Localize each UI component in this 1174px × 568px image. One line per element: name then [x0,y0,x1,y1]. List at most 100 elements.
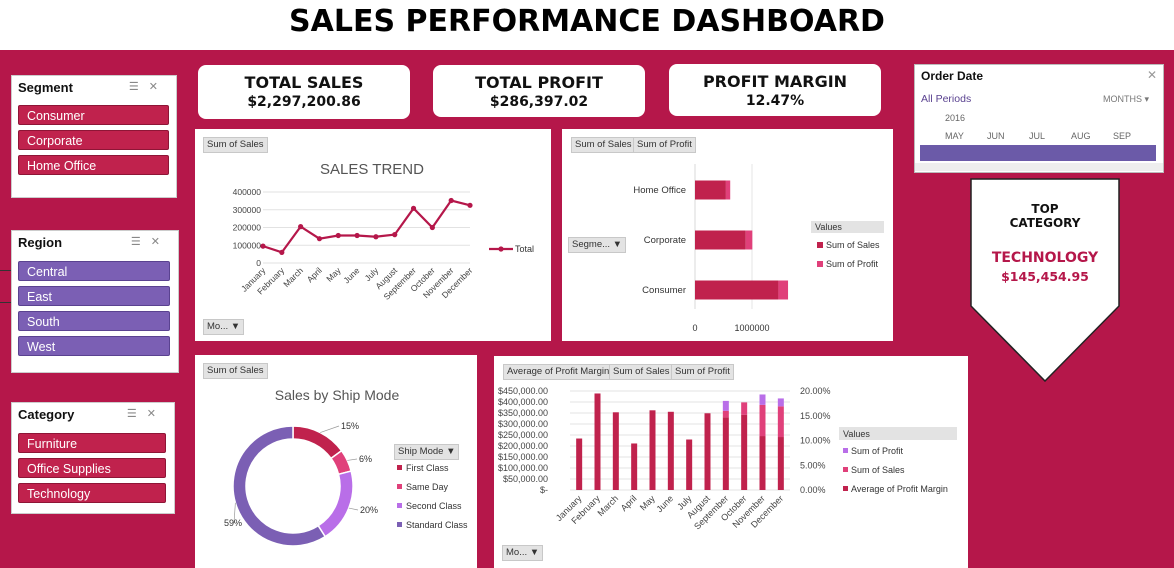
legend-swatch [817,261,823,267]
order-date-timeline[interactable]: Order Date ✕ All Periods MONTHS ▾ 2016 M… [914,64,1164,173]
data-point [335,232,341,239]
data-point [467,202,473,208]
timeline-period-label: All Periods [921,93,972,105]
x-tick-label: March [281,265,305,289]
data-point [410,205,417,211]
y-tick-label-left: $450,000.00 [498,386,548,396]
slicer-item-home-office[interactable]: Home Office [18,155,169,175]
data-point [260,243,266,249]
segment-slicer-header: Segment [18,80,73,95]
clear-filter-icon[interactable]: ✕ [149,81,168,93]
bar-segment [649,410,656,490]
kpi-value: $2,297,200.86 [247,94,361,110]
data-point [354,232,360,239]
kpi-value: $286,397.02 [489,94,589,110]
category-label: Consumer [642,285,686,296]
region-slicer-header: Region [18,235,63,250]
slicer-item-technology[interactable]: Technology [18,483,166,503]
chevron-down-icon: ▾ [1144,94,1150,104]
y-tick-label: 200000 [233,223,262,233]
data-point [298,224,304,230]
bar-segment [777,437,784,490]
timeline-month[interactable]: AUG [1071,131,1091,141]
segment-bar-chart: Home Office Corporate Consumer 0 1000000 Valu… [633,164,884,333]
y-tick-label-left: $250,000.00 [498,430,548,440]
bar-segment [777,406,784,438]
slicer-item-office-supplies[interactable]: Office Supplies [18,458,166,478]
y-tick-label: 100000 [233,240,262,250]
connector-line [0,302,11,303]
bar-segment [725,180,731,200]
timeline-header: Order Date [921,69,984,83]
x-tick-label: May [638,493,657,512]
leader-line [347,458,358,461]
legend-label: Sum of Profit [851,446,904,456]
slicer-item-east[interactable]: East [18,286,170,306]
slicer-item-furniture[interactable]: Furniture [18,433,166,453]
legend-swatch [397,522,402,527]
multi-select-icon[interactable]: ☰ [129,81,149,93]
legend-swatch [397,503,402,508]
clear-filter-icon[interactable]: ✕ [1147,68,1157,82]
legend-title: Values [815,222,842,232]
y-tick-label-left: $150,000.00 [498,452,548,462]
kpi-card-total-profit: TOTAL PROFIT $286,397.02 [433,65,645,117]
data-label: 15% [341,421,359,431]
bar-segment [777,398,784,407]
data-point [429,224,435,231]
slicer-icons: ☰✕ [127,407,166,420]
timeline-scrollbar[interactable] [915,163,1163,171]
timeline-unit-dropdown[interactable]: MONTHS ▾ [1103,94,1149,105]
bar-segment [745,230,753,250]
connector-line [0,270,11,271]
chart-title: SALES TREND [320,161,424,178]
bar-segment [667,411,674,490]
segment-chart-panel: Sum of Sales Sum of Profit Segme... ▼ Ho… [562,129,893,341]
x-tick-label: 0 [692,323,697,333]
multi-select-icon[interactable]: ☰ [127,408,147,420]
region-slicer: Region ☰✕ Central East South West [11,230,179,373]
bar-segment [576,438,583,490]
y-tick-label-left: $300,000.00 [498,419,548,429]
multi-select-icon[interactable]: ☰ [131,236,151,248]
y-tick-label-left: $- [540,485,548,495]
legend-swatch [843,467,848,472]
bar-segment [594,393,601,490]
timeline-month[interactable]: SEP [1113,131,1131,141]
legend-marker [498,246,504,252]
timeline-month[interactable]: MAY [945,131,964,141]
bar-segment [722,400,729,411]
leader-line [320,425,340,433]
clear-filter-icon[interactable]: ✕ [147,408,166,420]
slicer-icons: ☰✕ [131,235,170,248]
legend-label: Second Class [406,501,462,511]
timeline-month[interactable]: JUN [987,131,1005,141]
bar-segment [759,404,766,437]
page-title: SALES PERFORMANCE DASHBOARD [0,0,1174,50]
ship-mode-panel: Sum of Sales Ship Mode ▼ Sales by Ship M… [195,355,477,568]
sales-trend-panel: Sum of Sales Mo... ▼ SALES TREND 0 100000 2… [195,129,551,341]
legend-label: Standard Class [406,520,468,530]
data-point [316,236,323,242]
clear-filter-icon[interactable]: ✕ [151,236,170,248]
ship-mode-donut-chart: Sales by Ship Mode 15% 6% 20% 59% First Class… [224,387,468,547]
timeline-month[interactable]: JUL [1029,131,1045,141]
slicer-item-central[interactable]: Central [18,261,170,281]
monthly-profit-panel: Average of Profit Margin Sum of Sales Su… [494,356,968,568]
slicer-item-south[interactable]: South [18,311,170,331]
top-category-line2: CATEGORY [1009,216,1081,230]
bar-segment [612,412,619,490]
timeline-selection-bar[interactable] [920,145,1156,161]
bar-segment [631,443,638,490]
donut-slice [292,425,343,460]
legend-label: Sum of Sales [851,465,905,475]
y-tick-label: 400000 [233,187,262,197]
bar-segment [759,394,766,405]
y-tick-label-right: 10.00% [800,436,831,446]
slicer-item-consumer[interactable]: Consumer [18,105,169,125]
y-tick-label-right: 15.00% [800,411,831,421]
slicer-item-west[interactable]: West [18,336,170,356]
slicer-item-corporate[interactable]: Corporate [18,130,169,150]
bar-segment [695,280,779,300]
legend-swatch [843,486,848,491]
